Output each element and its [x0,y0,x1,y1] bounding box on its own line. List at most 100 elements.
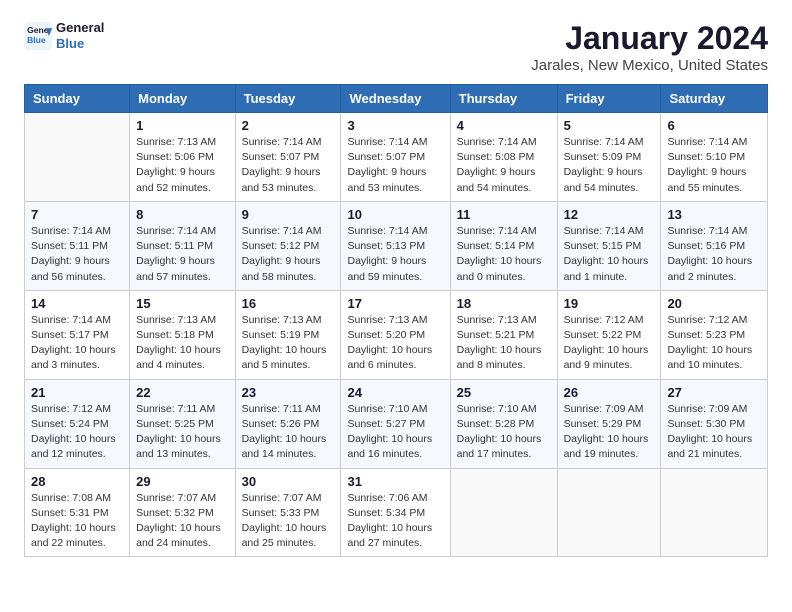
day-info: Sunrise: 7:14 AMSunset: 5:11 PMDaylight:… [31,224,123,285]
day-cell: 17 Sunrise: 7:13 AMSunset: 5:20 PMDayligh… [341,290,450,379]
day-info: Sunrise: 7:14 AMSunset: 5:09 PMDaylight:… [564,135,655,196]
header-cell-wednesday: Wednesday [341,85,450,113]
day-number: 23 [242,385,335,400]
day-info: Sunrise: 7:08 AMSunset: 5:31 PMDaylight:… [31,491,123,552]
day-cell: 5Sunrise: 7:14 AMSunset: 5:09 PMDaylight… [557,113,661,202]
day-number: 22 [136,385,228,400]
day-cell: 26 Sunrise: 7:09 AMSunset: 5:29 PMDayligh… [557,379,661,468]
day-info: Sunrise: 7:14 AMSunset: 5:08 PMDaylight:… [457,135,551,196]
header: General Blue General Blue January 2024 J… [24,20,768,74]
day-number: 3 [347,118,443,133]
day-info: Sunrise: 7:12 AMSunset: 5:23 PMDaylight:… [667,313,761,374]
day-cell: 29 Sunrise: 7:07 AMSunset: 5:32 PMDayligh… [130,468,235,557]
header-cell-tuesday: Tuesday [235,85,341,113]
calendar-table: SundayMondayTuesdayWednesdayThursdayFrid… [24,84,768,557]
day-info: Sunrise: 7:12 AMSunset: 5:24 PMDaylight:… [31,402,123,463]
day-number: 14 [31,296,123,311]
day-info: Sunrise: 7:14 AMSunset: 5:17 PMDaylight:… [31,313,123,374]
day-info: Sunrise: 7:13 AMSunset: 5:20 PMDaylight:… [347,313,443,374]
day-number: 2 [242,118,335,133]
day-number: 18 [457,296,551,311]
day-info: Sunrise: 7:07 AMSunset: 5:32 PMDaylight:… [136,491,228,552]
main-title: January 2024 [531,20,768,57]
day-number: 7 [31,207,123,222]
day-cell [450,468,557,557]
day-number: 21 [31,385,123,400]
day-cell: 2 Sunrise: 7:14 AMSunset: 5:07 PMDaylight… [235,113,341,202]
subtitle: Jarales, New Mexico, United States [531,57,768,74]
day-number: 25 [457,385,551,400]
day-number: 26 [564,385,655,400]
logo: General Blue General Blue [24,20,104,51]
day-cell: 14 Sunrise: 7:14 AMSunset: 5:17 PMDayligh… [25,290,130,379]
day-cell: 6 Sunrise: 7:14 AMSunset: 5:10 PMDaylight… [661,113,768,202]
day-cell: 31 Sunrise: 7:06 AMSunset: 5:34 PMDayligh… [341,468,450,557]
day-info: Sunrise: 7:14 AMSunset: 5:15 PMDaylight:… [564,224,655,285]
day-number: 16 [242,296,335,311]
day-info: Sunrise: 7:06 AMSunset: 5:34 PMDaylight:… [347,491,443,552]
day-info: Sunrise: 7:14 AMSunset: 5:16 PMDaylight:… [667,224,761,285]
day-number: 31 [347,474,443,489]
day-info: Sunrise: 7:13 AMSunset: 5:18 PMDaylight:… [136,313,228,374]
day-number: 1 [136,118,228,133]
day-cell: 25 Sunrise: 7:10 AMSunset: 5:28 PMDayligh… [450,379,557,468]
day-number: 27 [667,385,761,400]
day-cell: 24Sunrise: 7:10 AMSunset: 5:27 PMDayligh… [341,379,450,468]
day-cell: 12Sunrise: 7:14 AMSunset: 5:15 PMDayligh… [557,201,661,290]
day-number: 20 [667,296,761,311]
day-number: 11 [457,207,551,222]
day-cell: 13 Sunrise: 7:14 AMSunset: 5:16 PMDayligh… [661,201,768,290]
day-cell: 3 Sunrise: 7:14 AMSunset: 5:07 PMDaylight… [341,113,450,202]
title-area: January 2024 Jarales, New Mexico, United… [531,20,768,74]
day-info: Sunrise: 7:12 AMSunset: 5:22 PMDaylight:… [564,313,655,374]
day-cell: 27 Sunrise: 7:09 AMSunset: 5:30 PMDayligh… [661,379,768,468]
day-cell: 30 Sunrise: 7:07 AMSunset: 5:33 PMDayligh… [235,468,341,557]
day-info: Sunrise: 7:13 AMSunset: 5:19 PMDaylight:… [242,313,335,374]
day-info: Sunrise: 7:09 AMSunset: 5:29 PMDaylight:… [564,402,655,463]
header-cell-sunday: Sunday [25,85,130,113]
day-info: Sunrise: 7:14 AMSunset: 5:12 PMDaylight:… [242,224,335,285]
week-row-3: 14 Sunrise: 7:14 AMSunset: 5:17 PMDayligh… [25,290,768,379]
day-number: 6 [667,118,761,133]
day-number: 29 [136,474,228,489]
day-info: Sunrise: 7:07 AMSunset: 5:33 PMDaylight:… [242,491,335,552]
day-cell: 10Sunrise: 7:14 AMSunset: 5:13 PMDayligh… [341,201,450,290]
day-info: Sunrise: 7:14 AMSunset: 5:07 PMDaylight:… [347,135,443,196]
week-row-4: 21 Sunrise: 7:12 AMSunset: 5:24 PMDayligh… [25,379,768,468]
day-cell: 22 Sunrise: 7:11 AMSunset: 5:25 PMDayligh… [130,379,235,468]
day-number: 15 [136,296,228,311]
header-cell-friday: Friday [557,85,661,113]
day-number: 17 [347,296,443,311]
week-row-2: 7 Sunrise: 7:14 AMSunset: 5:11 PMDaylight… [25,201,768,290]
day-number: 8 [136,207,228,222]
day-number: 4 [457,118,551,133]
day-number: 13 [667,207,761,222]
day-info: Sunrise: 7:09 AMSunset: 5:30 PMDaylight:… [667,402,761,463]
day-cell: 28Sunrise: 7:08 AMSunset: 5:31 PMDayligh… [25,468,130,557]
day-cell: 23Sunrise: 7:11 AMSunset: 5:26 PMDayligh… [235,379,341,468]
week-row-5: 28Sunrise: 7:08 AMSunset: 5:31 PMDayligh… [25,468,768,557]
logo-line2: Blue [56,36,104,52]
day-info: Sunrise: 7:14 AMSunset: 5:13 PMDaylight:… [347,224,443,285]
day-cell: 7 Sunrise: 7:14 AMSunset: 5:11 PMDaylight… [25,201,130,290]
day-info: Sunrise: 7:11 AMSunset: 5:25 PMDaylight:… [136,402,228,463]
day-number: 9 [242,207,335,222]
day-cell: 16 Sunrise: 7:13 AMSunset: 5:19 PMDayligh… [235,290,341,379]
day-cell: 15 Sunrise: 7:13 AMSunset: 5:18 PMDayligh… [130,290,235,379]
header-cell-thursday: Thursday [450,85,557,113]
week-row-1: 1Sunrise: 7:13 AMSunset: 5:06 PMDaylight… [25,113,768,202]
day-info: Sunrise: 7:14 AMSunset: 5:07 PMDaylight:… [242,135,335,196]
day-info: Sunrise: 7:10 AMSunset: 5:28 PMDaylight:… [457,402,551,463]
day-cell [661,468,768,557]
header-cell-monday: Monday [130,85,235,113]
day-cell: 21 Sunrise: 7:12 AMSunset: 5:24 PMDayligh… [25,379,130,468]
logo-line1: General [56,20,104,36]
header-row: SundayMondayTuesdayWednesdayThursdayFrid… [25,85,768,113]
header-cell-saturday: Saturday [661,85,768,113]
day-info: Sunrise: 7:14 AMSunset: 5:10 PMDaylight:… [667,135,761,196]
day-number: 19 [564,296,655,311]
day-number: 30 [242,474,335,489]
day-info: Sunrise: 7:14 AMSunset: 5:14 PMDaylight:… [457,224,551,285]
day-number: 24 [347,385,443,400]
day-cell: 19 Sunrise: 7:12 AMSunset: 5:22 PMDayligh… [557,290,661,379]
